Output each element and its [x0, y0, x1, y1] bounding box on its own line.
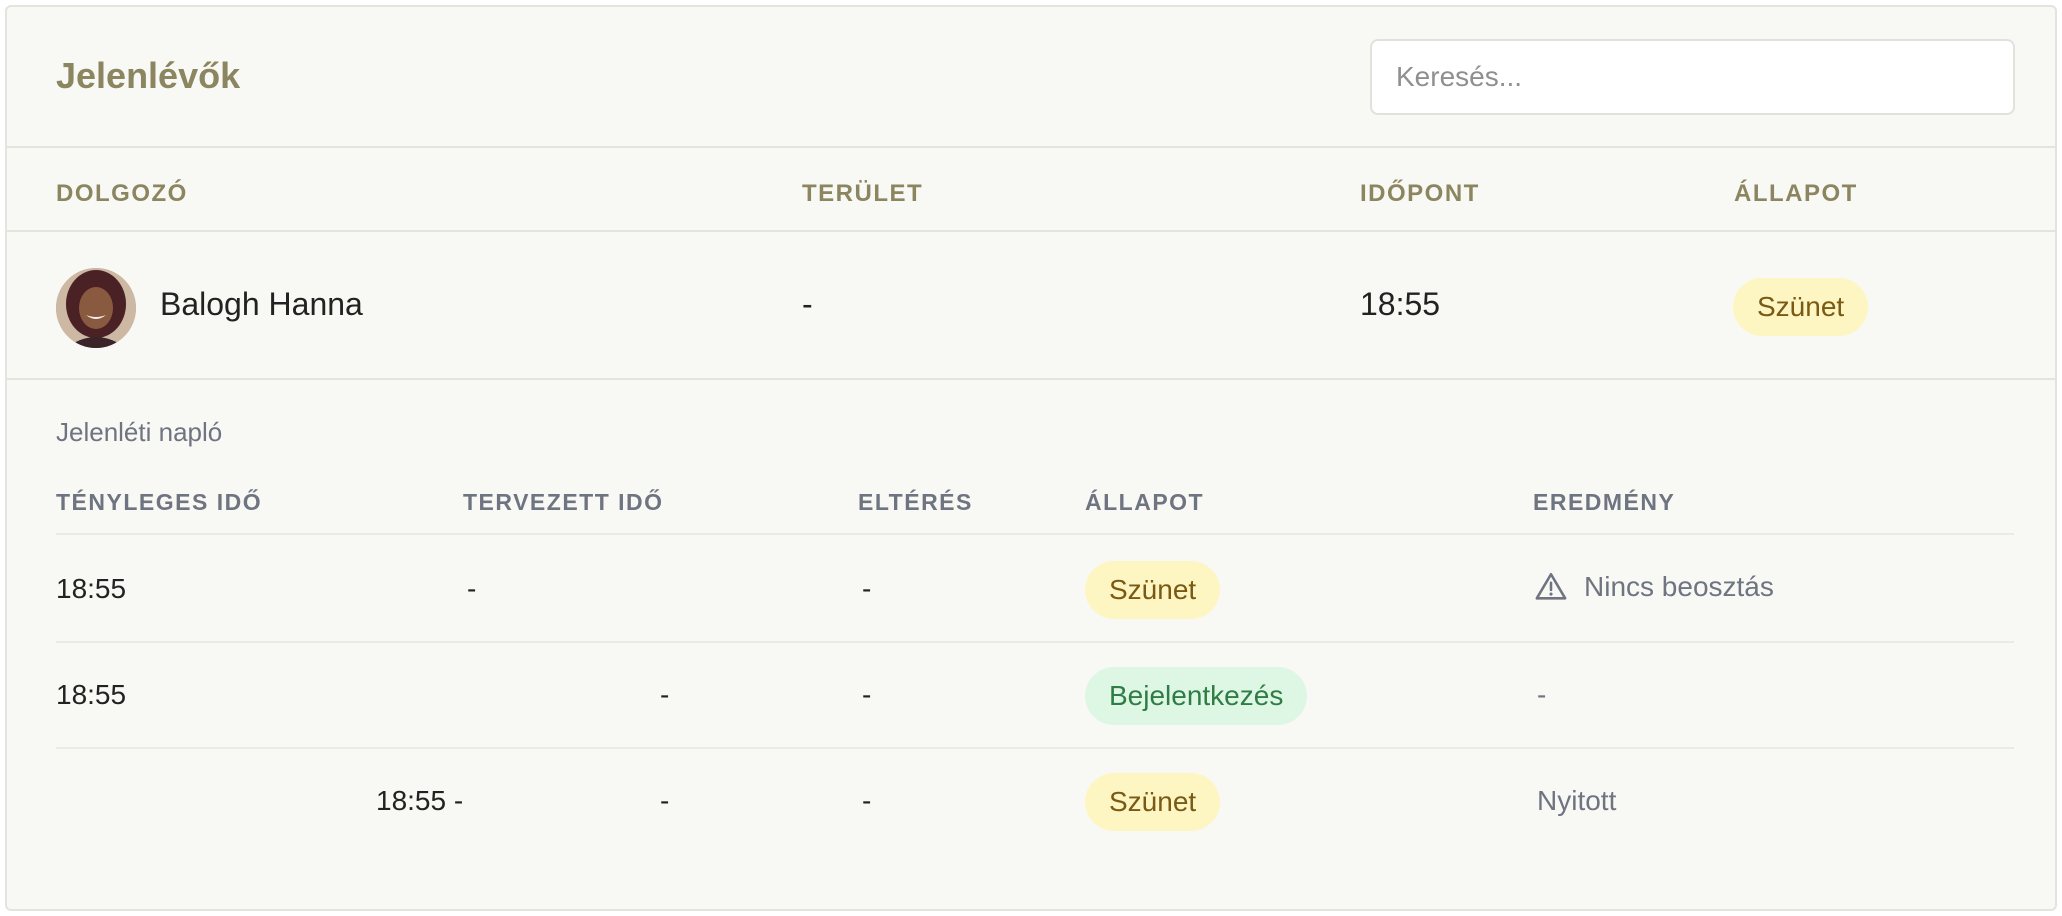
page-title: Jelenlévők [56, 55, 241, 96]
log-difference: - [862, 679, 872, 710]
log-table-header: TÉNYLEGES IDŐ TERVEZETT IDŐ ELTÉRÉS ÁLLA… [56, 467, 2014, 535]
log-status-badge: Bejelentkezés [1085, 667, 1308, 725]
log-column-planned-time: TERVEZETT IDŐ [463, 489, 664, 515]
log-result: Nyitott [1537, 785, 1617, 816]
log-column-result: EREDMÉNY [1533, 489, 1676, 515]
log-status-badge: Szünet [1085, 773, 1221, 831]
panel-header: Jelenlévők [7, 7, 2055, 148]
log-planned-time: - [660, 679, 670, 710]
column-header-status[interactable]: ÁLLAPOT [1734, 180, 1858, 208]
table-row[interactable]: Balogh Hanna - 18:55 Szünet [7, 234, 2055, 380]
log-column-difference: ELTÉRÉS [858, 489, 973, 515]
log-column-status: ÁLLAPOT [1085, 489, 1205, 515]
log-actual-time: 18:55 - [376, 785, 464, 816]
log-status-badge: Szünet [1085, 561, 1221, 619]
time-value: 18:55 [1360, 286, 1441, 322]
column-header-employee[interactable]: DOLGOZÓ [56, 180, 188, 208]
employee-name[interactable]: Balogh Hanna [160, 286, 363, 323]
search-input[interactable] [1370, 39, 2015, 115]
log-row: 18:55 - - Szünet Nincs beosztás [56, 537, 2014, 643]
log-planned-time: - [467, 573, 477, 604]
log-row: 18:55 - - Bejelentkezés - [56, 643, 2014, 749]
log-result: - [1537, 679, 1547, 710]
warning-triangle-icon [1535, 572, 1567, 600]
status-badge: Szünet [1733, 278, 1869, 336]
log-planned-time: - [660, 785, 670, 816]
avatar [56, 268, 136, 348]
log-difference: - [862, 573, 872, 604]
column-header-time[interactable]: IDŐPONT [1360, 180, 1480, 208]
log-column-actual-time: TÉNYLEGES IDŐ [56, 489, 263, 515]
column-header-area[interactable]: TERÜLET [802, 180, 923, 208]
table-header: DOLGOZÓ TERÜLET IDŐPONT ÁLLAPOT [7, 150, 2055, 232]
log-result: Nincs beosztás [1584, 571, 1774, 602]
log-actual-time: 18:55 [56, 573, 127, 604]
log-title: Jelenléti napló [56, 417, 223, 447]
log-actual-time: 18:55 [56, 679, 127, 710]
log-difference: - [862, 785, 872, 816]
log-row: 18:55 - - - Szünet Nyitott [56, 749, 2014, 855]
attendees-panel: Jelenlévők DOLGOZÓ TERÜLET IDŐPONT ÁLLAP… [5, 5, 2057, 911]
area-value: - [802, 286, 813, 322]
